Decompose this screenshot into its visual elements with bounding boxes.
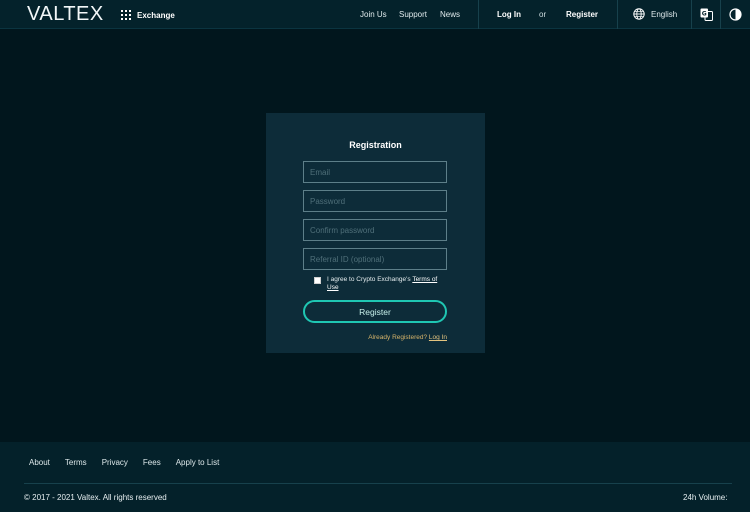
apps-grid-icon — [121, 10, 131, 20]
agree-text: I agree to Crypto Exchange's — [327, 276, 413, 283]
valtex-logo[interactable]: VALTEX — [27, 3, 104, 26]
footer-terms-link[interactable]: Terms — [65, 458, 87, 467]
header-divider — [617, 0, 618, 29]
agree-terms-label: I agree to Crypto Exchange's Terms of Us… — [327, 276, 449, 292]
header-divider — [691, 0, 692, 29]
news-link[interactable]: News — [440, 10, 460, 19]
translate-icon[interactable]: G — [700, 8, 713, 21]
already-registered-label: Already Registered? — [368, 334, 429, 341]
card-login-link[interactable]: Log In — [429, 334, 447, 341]
email-field[interactable] — [303, 161, 447, 183]
footer: About Terms Privacy Fees Apply to List ©… — [0, 442, 750, 512]
exchange-label: Exchange — [137, 10, 175, 20]
header-divider — [478, 0, 479, 29]
password-field[interactable] — [303, 190, 447, 212]
register-button[interactable]: Register — [303, 300, 447, 323]
footer-links: About Terms Privacy Fees Apply to List — [29, 458, 219, 467]
globe-icon[interactable] — [633, 8, 645, 20]
copyright-text: © 2017 - 2021 Valtex. All rights reserve… — [24, 493, 167, 502]
registration-card: Registration I agree to Crypto Exchange'… — [266, 113, 485, 353]
language-selector[interactable]: English — [651, 10, 677, 19]
svg-text:G: G — [702, 11, 707, 18]
header-divider — [720, 0, 721, 29]
referral-id-field[interactable] — [303, 248, 447, 270]
support-link[interactable]: Support — [399, 10, 427, 19]
footer-fees-link[interactable]: Fees — [143, 458, 161, 467]
footer-about-link[interactable]: About — [29, 458, 50, 467]
already-registered-text: Already Registered? Log In — [368, 334, 447, 341]
footer-apply-to-list-link[interactable]: Apply to List — [176, 458, 220, 467]
top-navbar: VALTEX Exchange Join Us Support News Log… — [0, 0, 750, 29]
footer-privacy-link[interactable]: Privacy — [102, 458, 128, 467]
theme-toggle-icon[interactable] — [729, 8, 742, 21]
join-us-link[interactable]: Join Us — [360, 10, 387, 19]
exchange-menu-button[interactable]: Exchange — [121, 9, 175, 21]
agree-terms-checkbox[interactable] — [314, 277, 321, 284]
or-text: or — [539, 10, 547, 19]
volume-label: 24h Volume: — [683, 493, 728, 502]
login-link[interactable]: Log In — [497, 10, 521, 19]
footer-divider — [24, 483, 732, 484]
registration-title: Registration — [349, 140, 402, 150]
confirm-password-field[interactable] — [303, 219, 447, 241]
register-link[interactable]: Register — [566, 10, 598, 19]
